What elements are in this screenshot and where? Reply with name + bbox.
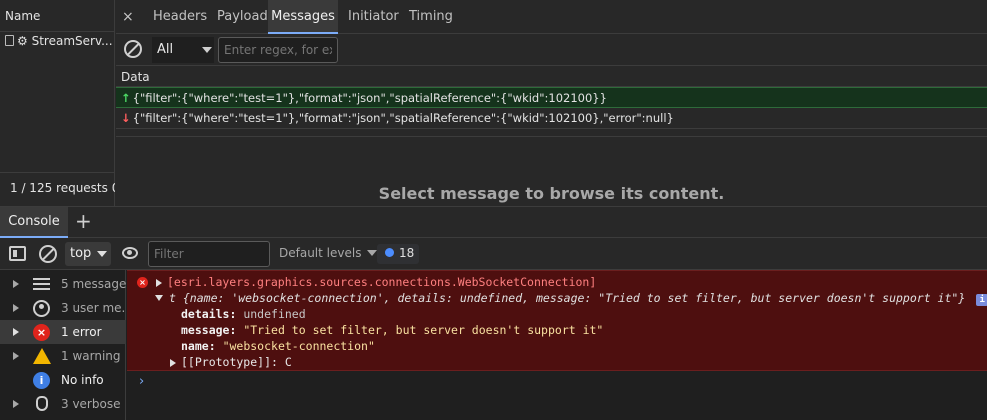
tab-console[interactable]: Console <box>0 207 68 238</box>
warning-icon <box>33 348 51 364</box>
sidebar-item-label: 1 warning <box>61 349 121 363</box>
console-filter-input[interactable] <box>148 241 270 267</box>
collapse-arrow-icon[interactable] <box>155 295 163 301</box>
issues-count: 18 <box>399 246 415 260</box>
prop-message: message: "Tried to set filter, but serve… <box>181 323 603 337</box>
chevron-down-icon <box>202 47 212 53</box>
expand-arrow-icon[interactable] <box>13 328 19 336</box>
list-icon <box>33 278 50 290</box>
sidebar-item-user-messages[interactable]: 3 user me... <box>0 296 126 320</box>
arrow-down-icon: ↓ <box>121 111 131 125</box>
prop-key: name: <box>181 339 216 353</box>
detail-tabs: × Headers Payload Messages Initiator Tim… <box>116 0 987 34</box>
expand-arrow-icon[interactable] <box>13 400 19 408</box>
message-type-value: All <box>157 42 174 57</box>
gear-icon: ⚙ <box>17 34 28 48</box>
object-preview: {name: 'websocket-connection', details: … <box>182 291 966 305</box>
sidebar-item-messages[interactable]: 5 messages <box>0 272 126 296</box>
request-detail: × Headers Payload Messages Initiator Tim… <box>116 0 987 206</box>
request-row-streamserver[interactable]: ⚙ StreamServ... <box>0 32 115 50</box>
console-prompt[interactable]: › <box>139 374 144 389</box>
log-levels-label: Default levels <box>279 246 362 260</box>
message-type-select[interactable]: All <box>152 37 214 63</box>
request-summary: 1 / 125 requests 0 | <box>0 172 115 206</box>
chevron-down-icon <box>97 251 107 257</box>
sidebar-item-label: 3 verbose <box>61 397 121 411</box>
error-source[interactable]: [esri.layers.graphics.sources.connection… <box>167 275 596 289</box>
sidebar-item-label: No info <box>61 373 104 387</box>
log-levels-dropdown[interactable]: Default levels <box>279 246 378 260</box>
object-prefix: t <box>169 291 176 305</box>
expand-arrow-icon[interactable] <box>13 304 19 312</box>
user-icon <box>33 300 50 317</box>
name-column-header[interactable]: Name <box>0 0 115 32</box>
prop-value: undefined <box>243 307 306 321</box>
console-error-message: × [esri.layers.graphics.sources.connecti… <box>127 270 987 371</box>
tab-timing[interactable]: Timing <box>400 0 460 34</box>
prop-key: message: <box>181 323 237 337</box>
network-panel: Name ⚙ StreamServ... 1 / 125 requests 0 … <box>0 0 987 206</box>
sidebar-item-info[interactable]: i No info <box>0 368 126 392</box>
info-icon[interactable]: i <box>976 294 987 306</box>
error-object-summary[interactable]: t {name: 'websocket-connection', details… <box>169 291 987 306</box>
prop-value: "Tried to set filter, but server doesn't… <box>243 323 604 337</box>
context-value: top <box>70 246 92 261</box>
sidebar-item-errors[interactable]: × 1 error <box>0 320 126 344</box>
issues-counter-button[interactable]: 18 <box>377 244 419 264</box>
messages-toolbar: All <box>116 34 987 66</box>
close-icon[interactable]: × <box>122 10 136 24</box>
expand-arrow-icon[interactable] <box>170 359 176 367</box>
prop-details: details: undefined <box>181 307 306 321</box>
console-toolbar: top Default levels 18 <box>0 238 987 270</box>
empty-state-text: Select message to browse its content. <box>378 184 725 203</box>
sidebar-item-verbose[interactable]: 3 verbose <box>0 392 126 416</box>
document-icon <box>5 35 14 46</box>
error-icon: × <box>137 277 148 288</box>
chevron-down-icon <box>367 250 378 256</box>
block-icon[interactable] <box>124 40 142 58</box>
prop-name: name: "websocket-connection" <box>181 339 375 353</box>
prop-key: details: <box>181 307 237 321</box>
tab-payload[interactable]: Payload <box>208 0 268 34</box>
clear-console-icon[interactable] <box>39 245 57 263</box>
sidebar-item-label: 1 error <box>61 325 102 339</box>
sidebar-item-warnings[interactable]: 1 warning <box>0 344 126 368</box>
message-text: {"filter":{"where":"test=1"},"format":"j… <box>132 91 607 105</box>
live-expression-eye-icon[interactable] <box>122 247 138 259</box>
message-text: {"filter":{"where":"test=1"},"format":"j… <box>132 111 674 125</box>
message-row-sent[interactable]: ↑ {"filter":{"where":"test=1"},"format":"… <box>116 87 987 108</box>
expand-arrow-icon[interactable] <box>13 280 19 288</box>
arrow-up-icon: ↑ <box>121 91 131 105</box>
drawer-tabbar: Console + <box>0 206 987 238</box>
prototype-entry[interactable]: [[Prototype]]: C <box>181 355 292 369</box>
sidebar-item-label: 5 messages <box>61 277 126 291</box>
console-sidebar: 5 messages 3 user me... × 1 error 1 warn… <box>0 270 126 420</box>
info-icon: i <box>33 372 50 389</box>
expand-arrow-icon[interactable] <box>13 352 19 360</box>
error-icon: × <box>33 324 50 341</box>
bug-icon <box>36 396 48 411</box>
panel-divider[interactable] <box>116 136 987 137</box>
context-select[interactable]: top <box>65 242 111 266</box>
expand-arrow-icon[interactable] <box>156 279 162 287</box>
console-output: × [esri.layers.graphics.sources.connecti… <box>127 270 987 420</box>
prop-value: "websocket-connection" <box>222 339 375 353</box>
tab-initiator[interactable]: Initiator <box>340 0 400 34</box>
sidebar-toggle-icon[interactable] <box>9 246 26 261</box>
issue-icon <box>385 248 394 257</box>
regex-filter-input[interactable] <box>218 37 338 63</box>
add-tab-icon[interactable]: + <box>75 210 92 232</box>
request-name: StreamServ... <box>31 34 113 48</box>
message-row-received[interactable]: ↓ {"filter":{"where":"test=1"},"format":"… <box>116 108 987 129</box>
data-column-header[interactable]: Data <box>116 66 987 87</box>
sidebar-item-label: 3 user me... <box>61 301 126 315</box>
request-list: Name ⚙ StreamServ... 1 / 125 requests 0 … <box>0 0 115 206</box>
tab-messages[interactable]: Messages <box>268 0 338 34</box>
